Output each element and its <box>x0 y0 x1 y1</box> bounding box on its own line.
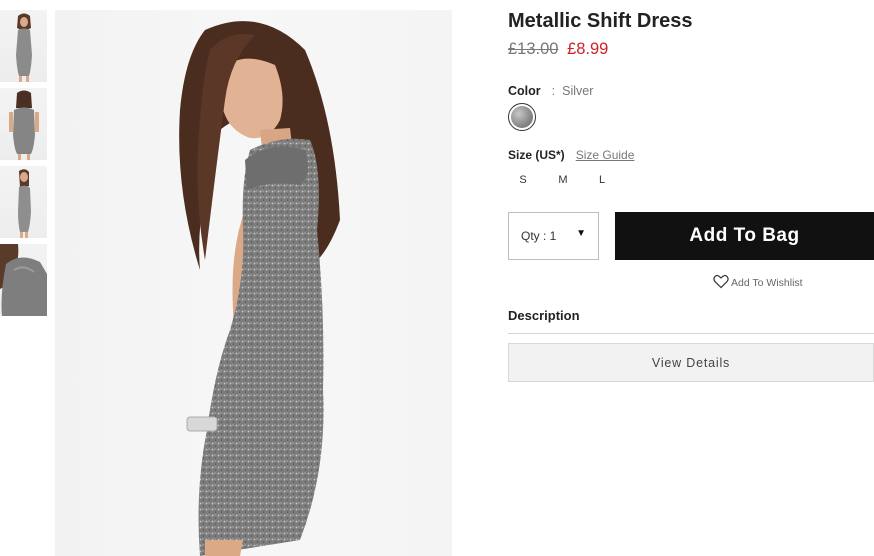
thumbnail-list <box>0 10 48 322</box>
thumbnail-1[interactable] <box>0 10 47 82</box>
size-option-s[interactable]: S <box>508 174 538 186</box>
add-to-bag-button[interactable]: Add To Bag <box>615 212 874 260</box>
color-label: Color <box>508 84 541 98</box>
price-row: £13.00 £8.99 <box>508 40 608 59</box>
product-title: Metallic Shift Dress <box>508 10 693 32</box>
color-value: Silver <box>562 84 594 98</box>
description-heading: Description <box>508 308 580 323</box>
dress-detail-thumbnail-image <box>0 244 47 316</box>
sale-price: £8.99 <box>567 40 609 58</box>
dress-side-thumbnail-image <box>18 169 31 238</box>
size-guide-link[interactable]: Size Guide <box>576 148 635 162</box>
dress-front-thumbnail-image <box>16 13 32 82</box>
quantity-select[interactable]: Qty : 1 ▼ <box>508 212 599 260</box>
size-row: Size (US*) Size Guide <box>508 148 634 162</box>
quantity-value: Qty : 1 <box>521 229 557 243</box>
model-dress-illustration <box>179 21 340 556</box>
color-row: Color: Silver <box>508 84 593 98</box>
dress-back-thumbnail-image <box>9 90 39 160</box>
heart-icon <box>713 274 729 289</box>
description-divider <box>508 333 874 334</box>
view-details-button[interactable]: View Details <box>508 343 874 382</box>
color-swatch-silver[interactable] <box>508 103 536 131</box>
thumbnail-4[interactable] <box>0 244 47 316</box>
size-option-l[interactable]: L <box>587 174 617 186</box>
thumbnail-3[interactable] <box>0 166 47 238</box>
size-option-m[interactable]: M <box>548 174 578 186</box>
wishlist-label: Add To Wishlist <box>731 277 803 289</box>
thumbnail-2[interactable] <box>0 88 47 160</box>
original-price: £13.00 <box>508 40 559 58</box>
add-to-wishlist-link[interactable]: Add To Wishlist <box>713 274 803 289</box>
caret-down-icon: ▼ <box>576 228 586 239</box>
color-separator: : <box>551 84 556 98</box>
main-product-image[interactable] <box>55 10 452 556</box>
size-label: Size (US*) <box>508 148 565 162</box>
swatch-fill <box>511 106 533 128</box>
